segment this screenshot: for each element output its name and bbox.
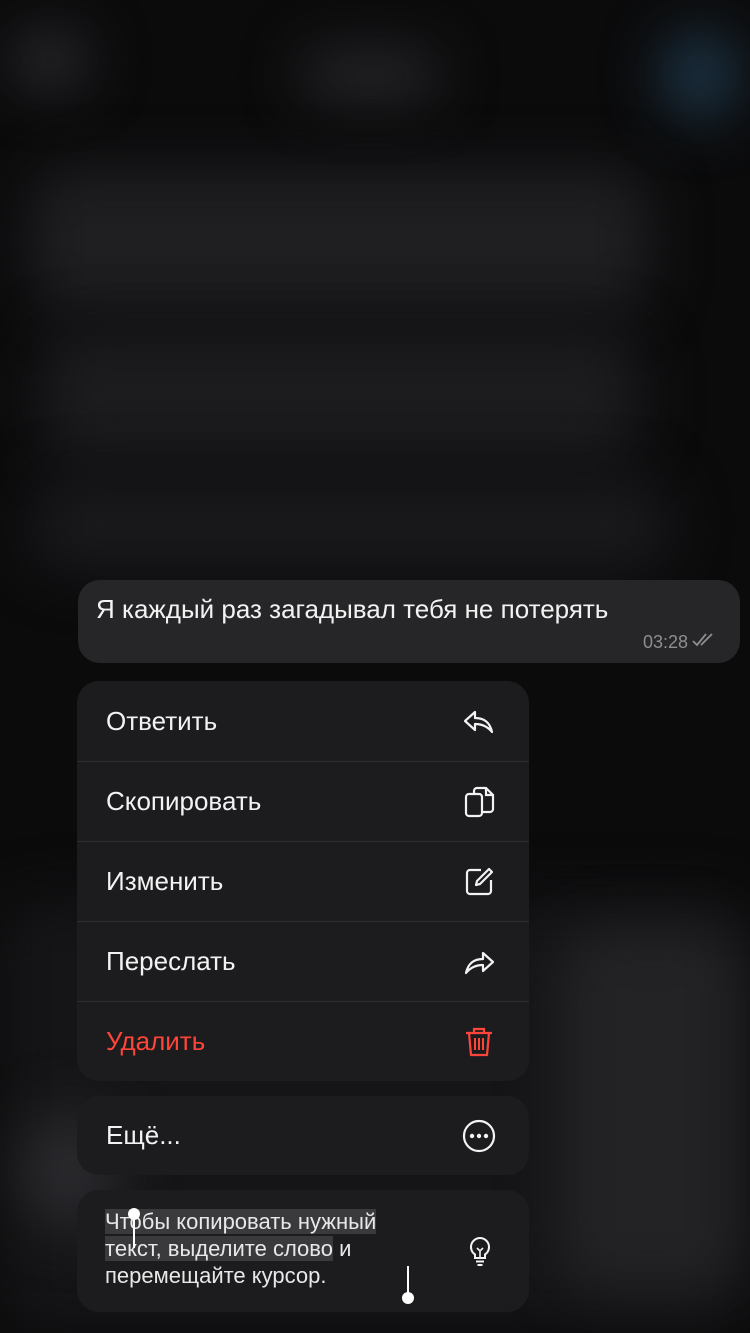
menu-item-copy[interactable]: Скопировать: [77, 761, 529, 841]
more-icon: [461, 1118, 497, 1154]
message-text: Я каждый раз загадывал тебя не потерять: [96, 594, 609, 624]
lightbulb-icon: [469, 1236, 491, 1266]
message-meta: 03:28: [643, 632, 718, 653]
menu-item-label: Ответить: [106, 705, 218, 736]
selection-start-handle[interactable]: [127, 1208, 141, 1248]
hint-line-2-tail: и: [332, 1236, 352, 1261]
menu-item-label: Переслать: [106, 946, 236, 976]
hint-line-3: перемещайте курсор.: [105, 1263, 327, 1288]
menu-item-delete[interactable]: Удалить: [77, 1001, 529, 1081]
menu-item-label: Удалить: [106, 1026, 206, 1056]
menu-item-label: Скопировать: [106, 786, 262, 816]
reply-icon: [461, 703, 497, 739]
message-bubble: Я каждый раз загадывал тебя не потерять …: [78, 580, 740, 663]
menu-item-label: Изменить: [106, 866, 224, 896]
trash-icon: [461, 1024, 497, 1060]
double-check-icon: [692, 632, 718, 653]
forward-icon: [461, 944, 497, 980]
menu-item-forward[interactable]: Переслать: [77, 921, 529, 1001]
edit-icon: [461, 864, 497, 900]
hint-line-1: Чтобы копировать нужный: [105, 1209, 377, 1234]
copy-hint-panel: Чтобы копировать нужный текст, выделите …: [77, 1190, 529, 1312]
menu-item-more[interactable]: Ещё...: [77, 1096, 529, 1175]
hint-text: Чтобы копировать нужный текст, выделите …: [105, 1208, 445, 1304]
menu-item-label: Ещё...: [106, 1120, 181, 1150]
copy-icon: [461, 784, 497, 820]
selection-end-handle[interactable]: [401, 1266, 415, 1306]
menu-item-edit[interactable]: Изменить: [77, 841, 529, 921]
more-menu: Ещё...: [77, 1096, 529, 1175]
menu-item-reply[interactable]: Ответить: [77, 681, 529, 761]
context-menu: Ответить Скопировать Изменить Переслать …: [77, 681, 529, 1081]
message-time: 03:28: [642, 632, 688, 652]
